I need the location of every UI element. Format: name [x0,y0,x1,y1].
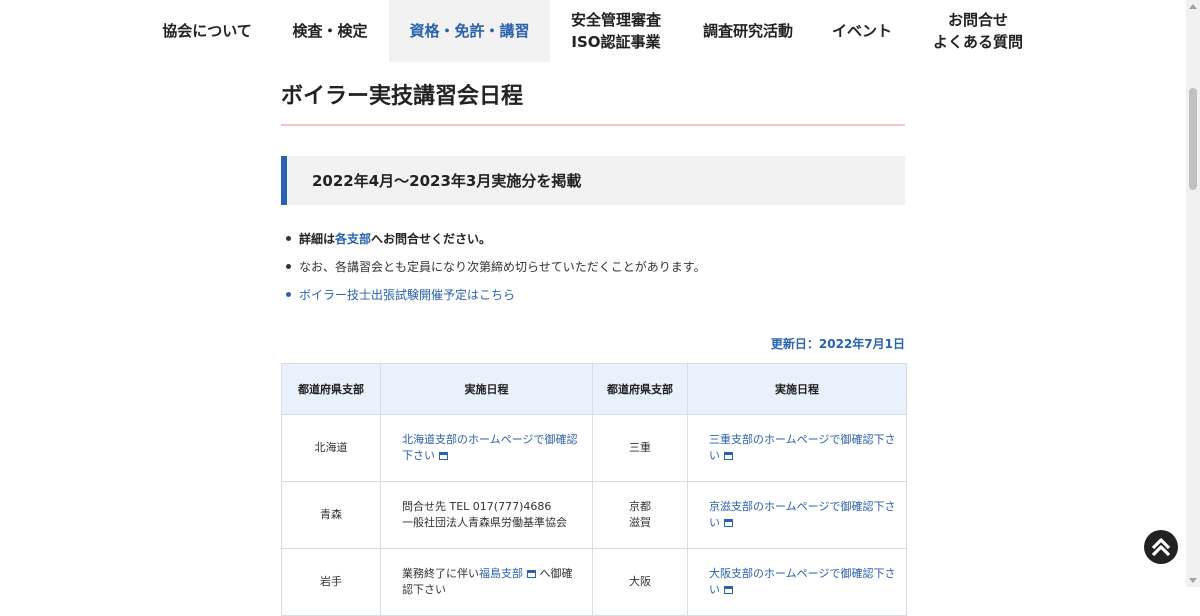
header-schedule: 実施日程 [380,363,593,415]
header-prefecture: 都道府県支部 [281,363,381,415]
nav-about[interactable]: 協会について [148,0,266,62]
nav-events[interactable]: イベント [820,0,904,62]
branches-link[interactable]: 各支部 [335,232,371,246]
bullet-icon [286,292,291,297]
note-capacity: なお、各講習会とも定員になり次第締め切らせていただくことがあります。 [286,256,906,284]
note-detail: 詳細は各支部へお問合せください。 [286,228,906,256]
exam-schedule-link[interactable]: ボイラー技士出張試験開催予定はこちら [299,288,515,302]
nav-contact-faq[interactable]: お問合せ よくある質問 [918,0,1038,62]
scroll-up-arrow-icon[interactable] [1189,4,1197,9]
main-navigation: 協会について 検査・検定 資格・免許・講習 安全管理審査 ISO認証事業 調査研… [0,0,1186,62]
schedule-prefix: 業務終了に伴い [402,567,479,580]
hokkaido-branch-link[interactable]: 北海道支部のホームページで御確認下さい [402,433,577,462]
bullet-icon [286,236,291,241]
external-window-icon [527,570,536,578]
back-to-top-button[interactable] [1144,530,1178,564]
note-detail-prefix: 詳細は [299,232,336,246]
prefecture-shiga: 滋賀 [629,516,651,529]
nav-safety-iso[interactable]: 安全管理審査 ISO認証事業 [556,0,676,62]
schedule-cell: 大阪支部のホームページで御確認下さい [687,548,907,616]
nav-inspection[interactable]: 検査・検定 [280,0,380,62]
fukushima-branch-link[interactable]: 福島支部 [479,567,536,580]
nav-qualifications[interactable]: 資格・免許・講習 [389,0,550,62]
external-window-icon [724,519,733,527]
prefecture-kyoto: 京都 [629,500,651,513]
table-row: 岩手 業務終了に伴い福島支部 へ御確認下さい 大阪 大阪支部のホームページで御確… [281,548,907,616]
keiji-branch-link[interactable]: 京滋支部のホームページで御確認下さい [709,500,895,529]
note-exam: ボイラー技士出張試験開催予定はこちら [286,284,906,312]
contact-phone: 問合せ先 TEL 017(777)4686 [402,500,552,513]
mie-branch-link[interactable]: 三重支部のホームページで御確認下さい [709,433,895,462]
prefecture-cell: 大阪 [592,548,688,616]
title-divider [281,124,905,126]
header-schedule: 実施日程 [687,363,907,415]
table-header-row: 都道府県支部 実施日程 都道府県支部 実施日程 [281,363,907,415]
nav-research[interactable]: 調査研究活動 [688,0,808,62]
prefecture-cell: 青森 [281,481,381,549]
table-row: 青森 問合せ先 TEL 017(777)4686 一般社団法人青森県労働基準協会… [281,481,907,549]
schedule-cell: 業務終了に伴い福島支部 へ御確認下さい [380,548,593,616]
prefecture-cell: 岩手 [281,548,381,616]
schedule-table: 都道府県支部 実施日程 都道府県支部 実施日程 北海道 北海道支部のホームページ… [281,363,907,616]
prefecture-cell: 京都 滋賀 [592,481,688,549]
header-prefecture: 都道府県支部 [592,363,688,415]
external-window-icon [724,452,733,460]
external-window-icon [439,452,448,460]
contact-organization: 一般社団法人青森県労働基準協会 [402,516,567,529]
prefecture-cell: 三重 [592,414,688,482]
external-window-icon [724,586,733,594]
note-detail-suffix: へお問合せください。 [371,232,492,246]
schedule-cell: 問合せ先 TEL 017(777)4686 一般社団法人青森県労働基準協会 [380,481,593,549]
table-row: 北海道 北海道支部のホームページで御確認下さい 三重 三重支部のホームページで御… [281,414,907,482]
scroll-down-arrow-icon[interactable] [1189,578,1197,583]
schedule-cell: 京滋支部のホームページで御確認下さい [687,481,907,549]
section-banner: 2022年4月〜2023年3月実施分を掲載 [281,156,905,205]
chevron-up-icon [1151,538,1171,557]
section-banner-text: 2022年4月〜2023年3月実施分を掲載 [312,172,582,190]
osaka-branch-link[interactable]: 大阪支部のホームページで御確認下さい [709,567,895,596]
note-capacity-text: なお、各講習会とも定員になり次第締め切らせていただくことがあります。 [299,260,706,274]
schedule-cell: 北海道支部のホームページで御確認下さい [380,414,593,482]
vertical-scrollbar[interactable] [1186,0,1200,587]
page-title: ボイラー実技講習会日程 [281,84,524,109]
bullet-icon [286,264,291,269]
scrollbar-thumb[interactable] [1189,88,1197,190]
updated-date: 更新日：2022年7月1日 [770,337,905,351]
notes-list: 詳細は各支部へお問合せください。 なお、各講習会とも定員になり次第締め切らせてい… [286,228,906,312]
prefecture-cell: 北海道 [281,414,381,482]
schedule-cell: 三重支部のホームページで御確認下さい [687,414,907,482]
